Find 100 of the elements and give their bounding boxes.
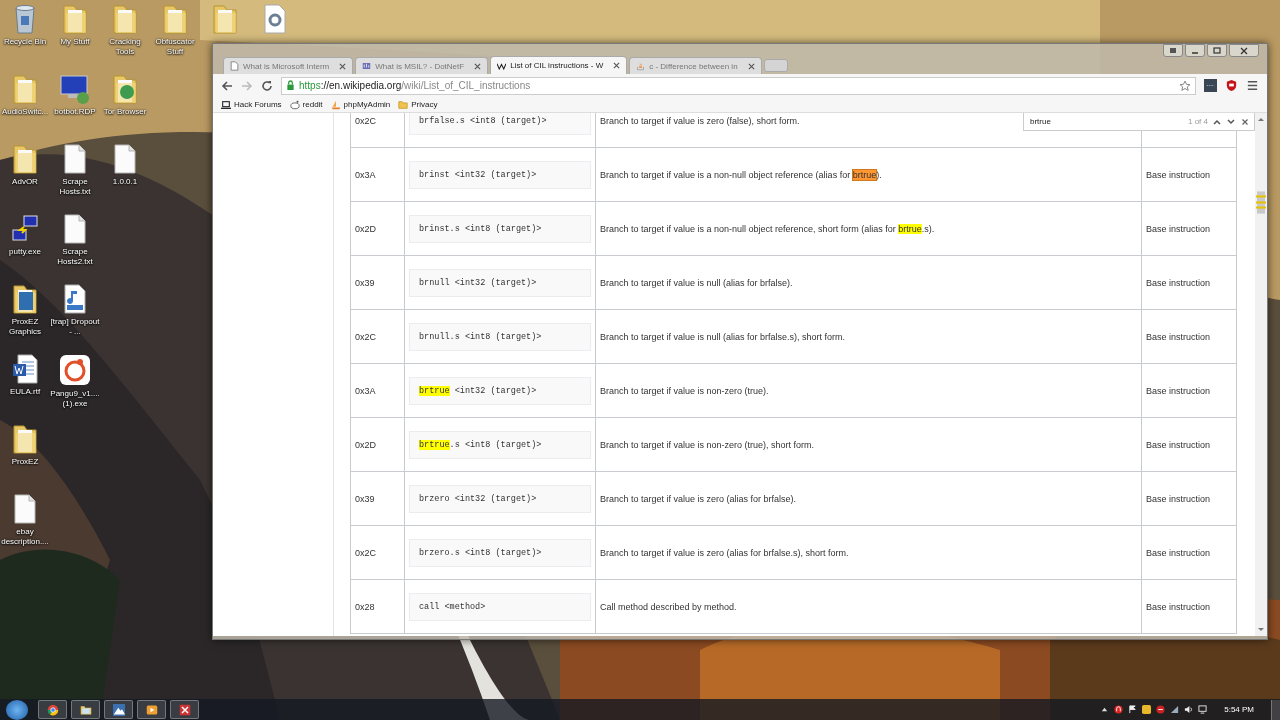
- laptop-icon: [221, 99, 231, 110]
- page-icon: [230, 61, 239, 71]
- folder-icon[interactable]: [79, 703, 92, 716]
- back-icon[interactable]: [221, 79, 233, 92]
- bookmark-link[interactable]: phpMyAdmin: [330, 99, 391, 110]
- icon-label[interactable]: Pangu9_v1.... (1).exe: [50, 389, 100, 409]
- network-computers-icon: [10, 214, 40, 244]
- next-match-icon[interactable]: [1226, 116, 1236, 127]
- file-icon: [13, 494, 37, 524]
- monitor-icon[interactable]: [1198, 705, 1208, 714]
- browser-tab[interactable]: What is Microsoft Interm: [223, 57, 354, 74]
- address-bar[interactable]: https://en.wikipedia.org/wiki/List_of_CIL_instructions: [281, 76, 1196, 95]
- opcode-text: 0x2C: [355, 331, 376, 342]
- monitor-icon: [59, 74, 91, 104]
- maximize-button[interactable]: [1207, 44, 1227, 57]
- browser-tab[interactable]: c - Difference between in: [629, 57, 762, 74]
- close-icon[interactable]: [747, 62, 755, 70]
- site-icon: [362, 61, 372, 71]
- icon-label[interactable]: Scrape Hosts2.txt: [50, 247, 100, 267]
- bookmark-label: Privacy: [411, 100, 438, 109]
- icon-label[interactable]: putty.exe: [9, 247, 41, 257]
- icon-label[interactable]: ProxEZ: [11, 457, 39, 467]
- description-text: Branch to target if value is non-zero (true), short form.: [600, 439, 815, 450]
- recycle-bin-icon: [12, 4, 38, 34]
- reload-icon[interactable]: [261, 79, 273, 92]
- instruction-code: brinst <int32 (target)>: [409, 160, 591, 189]
- icon-label[interactable]: AdvOR: [12, 177, 38, 187]
- wikipedia-w-icon: [497, 60, 507, 71]
- category-text: Base instruction: [1146, 547, 1211, 558]
- tray-app-icon[interactable]: [1156, 705, 1166, 714]
- star-icon[interactable]: [1179, 79, 1191, 92]
- instruction-code: call <method>: [409, 592, 591, 621]
- instruction-code: brnull.s <int8 (target)>: [409, 322, 591, 351]
- sailboat-icon: [330, 99, 341, 110]
- category-text: Base instruction: [1146, 439, 1211, 450]
- tab-title: What is MSIL? - DotNetF: [375, 61, 465, 71]
- flag-icon[interactable]: [1128, 705, 1138, 714]
- folder-icon: [211, 4, 239, 34]
- icon-label[interactable]: [trap] Dropout - ...: [50, 317, 100, 337]
- description-text: Branch to target if value is null (alias for brfalse.s), short form.: [600, 331, 846, 342]
- scrollbar[interactable]: [1255, 113, 1267, 636]
- url-text: https://en.wikipedia.org/wiki/List_of_CIL_instructions: [299, 80, 532, 91]
- close-icon[interactable]: [339, 62, 347, 70]
- start-button[interactable]: [6, 699, 28, 720]
- browser-icon[interactable]: [46, 703, 59, 716]
- settings-file-icon: [263, 4, 287, 34]
- description-text: Call method described by method.: [600, 601, 737, 612]
- browser-tab[interactable]: What is MSIL? - DotNetF: [355, 57, 489, 74]
- description-text: Branch to target if value is non-zero (true).: [600, 385, 769, 396]
- category-text: Base instruction: [1146, 223, 1211, 234]
- instruction-code: brfalse.s <int8 (target)>: [409, 113, 591, 135]
- opcode-text: 0x3A: [355, 169, 376, 180]
- browser-tab[interactable]: List of CIL instructions - W: [490, 56, 628, 74]
- icon-label[interactable]: Scrape Hosts.txt: [50, 177, 100, 197]
- file-icon: [63, 144, 87, 174]
- folder-icon: [11, 284, 39, 314]
- file-icon: [113, 144, 137, 174]
- icon-label[interactable]: EULA.rtf: [9, 387, 41, 397]
- tray-expand-icon[interactable]: [1100, 705, 1110, 714]
- icon-label[interactable]: ProxEZ Graphics: [0, 317, 50, 337]
- opcode-text: 0x39: [355, 493, 375, 504]
- minimize-button[interactable]: [1185, 44, 1205, 57]
- bookmark-label: reddit: [302, 100, 323, 109]
- icon-label[interactable]: 1.0.0.1: [112, 177, 138, 187]
- close-button[interactable]: [1229, 44, 1259, 57]
- instruction-code: brtrue <int32 (target)>: [409, 376, 591, 405]
- speaker-icon[interactable]: [1184, 705, 1194, 714]
- clock[interactable]: 5:54 PM: [1224, 705, 1254, 714]
- description-text: Branch to target if value is zero (alias for brfalse).: [600, 493, 797, 504]
- category-text: Base instruction: [1146, 601, 1211, 612]
- folder-icon: [398, 99, 409, 110]
- show-desktop-button[interactable]: [1271, 699, 1280, 720]
- bookmark-link[interactable]: reddit: [289, 99, 323, 110]
- tray-app-icon[interactable]: [1114, 705, 1124, 714]
- maximize-icon: [1212, 46, 1222, 55]
- file-icon: [63, 214, 87, 244]
- app-x-icon[interactable]: [178, 703, 191, 716]
- network-icon[interactable]: [1170, 705, 1180, 714]
- description-text: Branch to target if value is zero (alias for brfalse.s), short form.: [600, 547, 849, 558]
- match-count: 1 of 4: [1188, 117, 1208, 126]
- description-text: Branch to target if value is null (alias for brfalse).: [600, 277, 793, 288]
- bookmark-link[interactable]: Hack Forums: [221, 99, 282, 110]
- close-icon[interactable]: [474, 62, 482, 70]
- tray-app-icon[interactable]: [1142, 705, 1152, 714]
- category-text: Base instruction: [1146, 385, 1211, 396]
- icon-label[interactable]: ebay description....: [0, 527, 50, 547]
- profile-button[interactable]: [1163, 44, 1183, 57]
- folder-icon: [111, 4, 139, 34]
- mountain-icon[interactable]: [112, 703, 125, 716]
- folder-icon: [11, 74, 39, 104]
- media-player-icon[interactable]: [145, 703, 158, 716]
- instruction-code: brnull <int32 (target)>: [409, 268, 591, 297]
- bookmark-link[interactable]: Privacy: [398, 99, 438, 110]
- category-text: Base instruction: [1146, 169, 1211, 180]
- shield-icon[interactable]: [1225, 79, 1238, 92]
- menu-icon[interactable]: [1246, 79, 1259, 92]
- close-icon[interactable]: [613, 62, 621, 69]
- close-icon[interactable]: [1240, 116, 1250, 127]
- opcode-text: 0x2D: [355, 223, 376, 234]
- music-file-icon: [63, 284, 87, 314]
